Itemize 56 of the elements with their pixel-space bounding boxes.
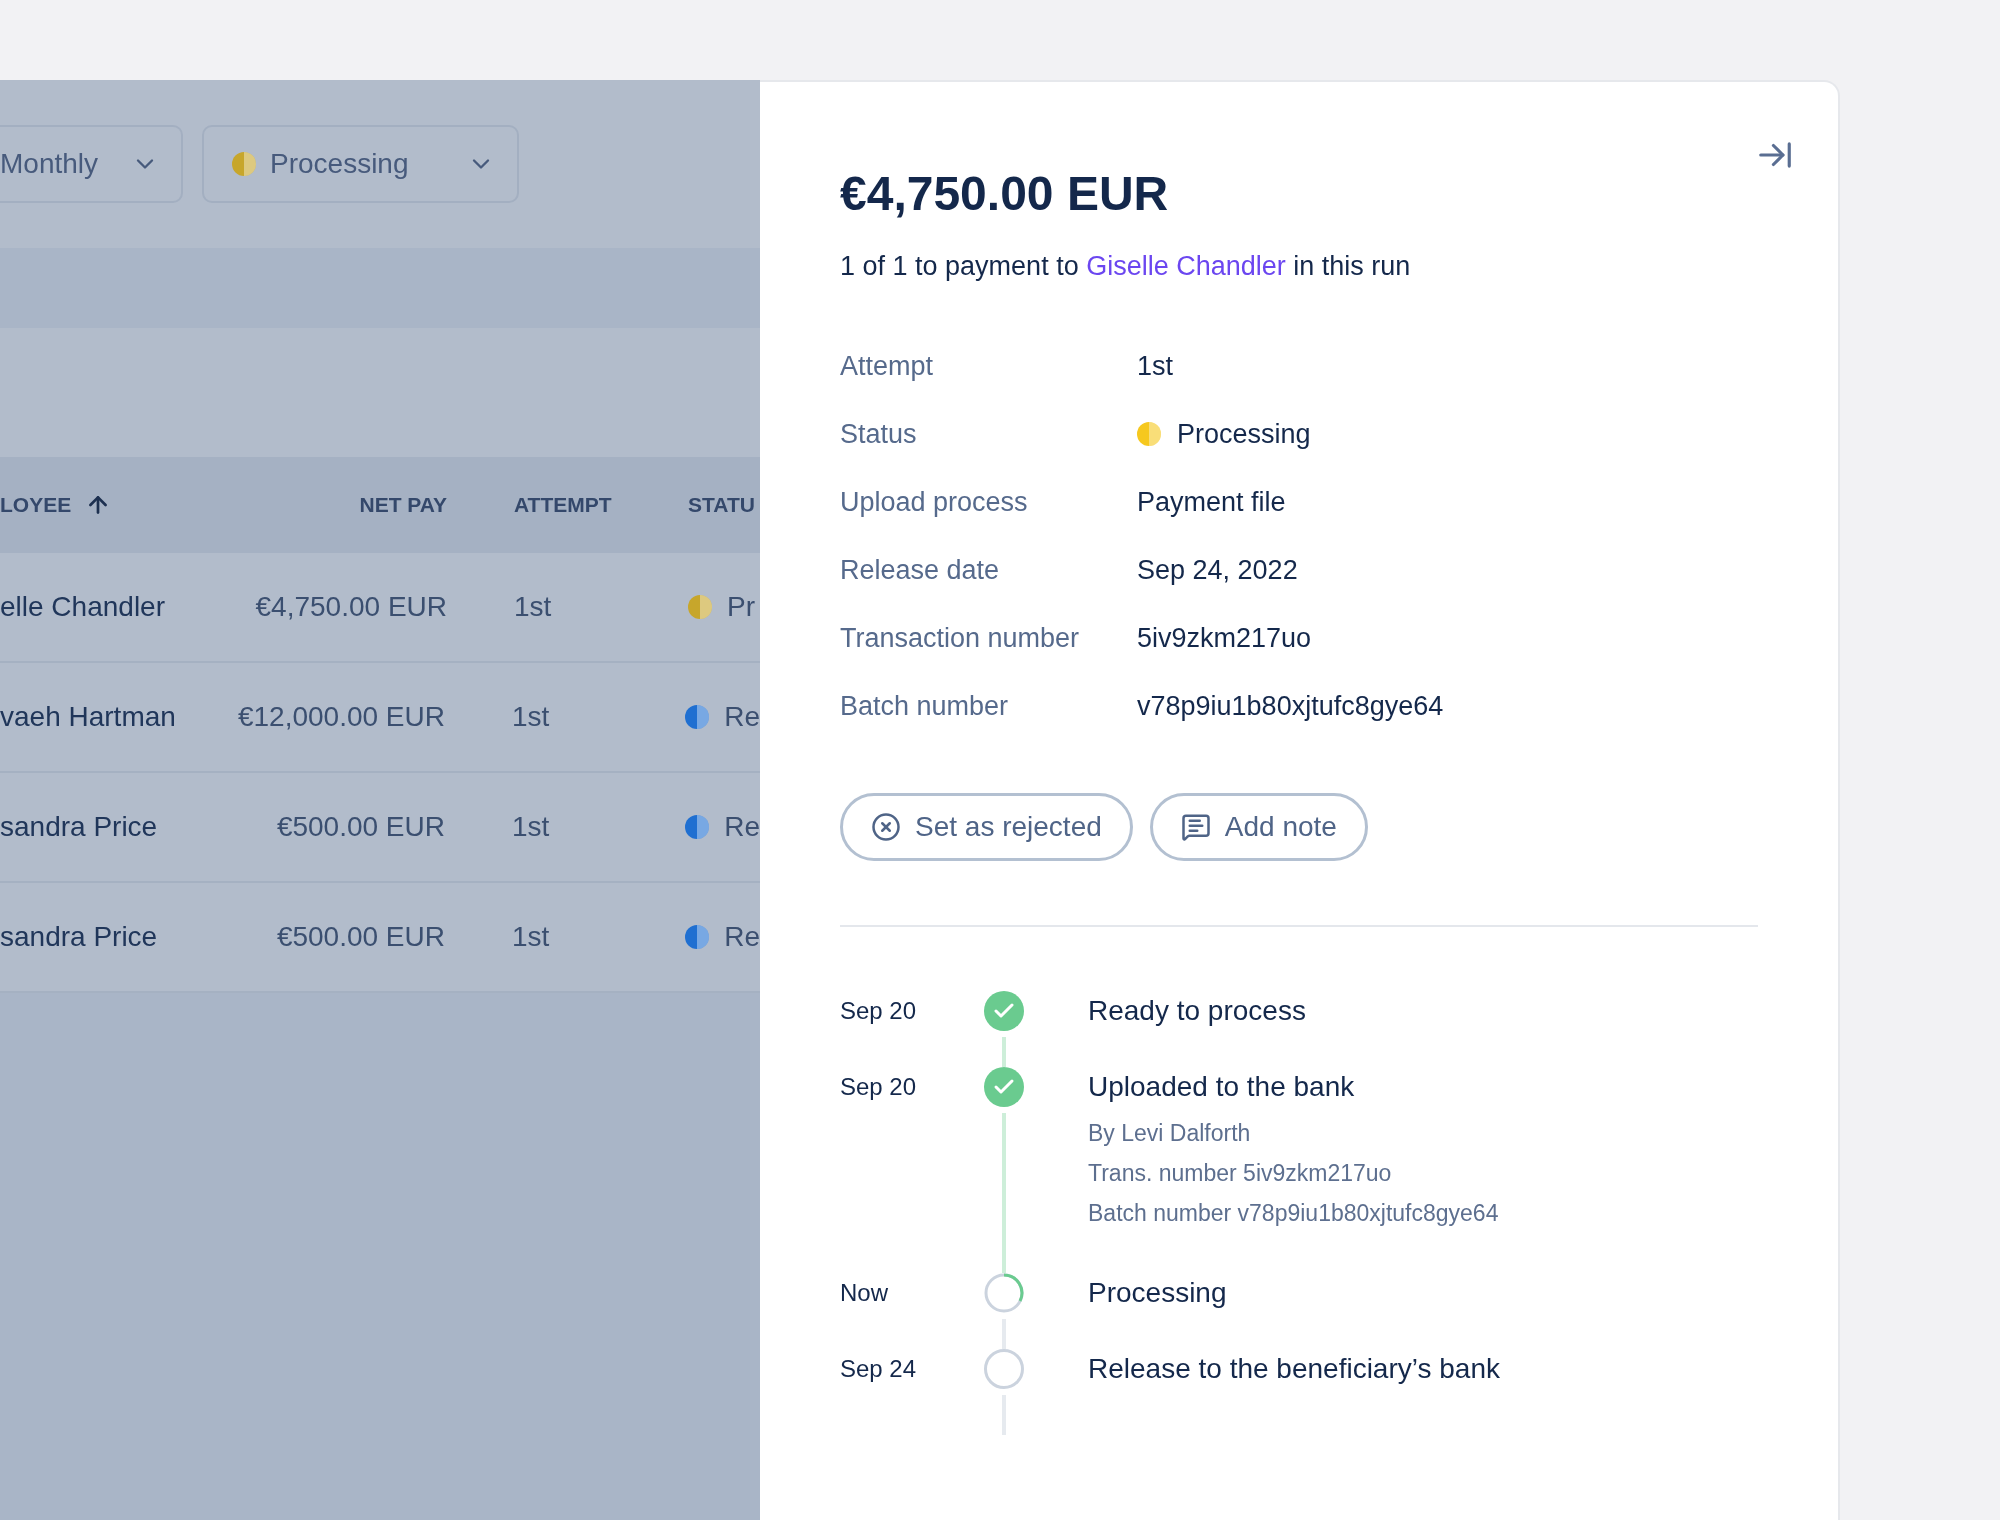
timeline-title: Release to the beneficiary’s bank xyxy=(1088,1352,1500,1386)
table-cell-text: €4,750.00 EUR xyxy=(254,590,447,624)
column-header[interactable]: LOYEE xyxy=(0,489,72,521)
filter-dropdown[interactable]: Processing xyxy=(202,125,519,203)
table-cell-text: €500.00 EUR xyxy=(275,810,445,844)
column-header[interactable]: NET PAY xyxy=(180,489,447,521)
table-cell-text: sandra Price xyxy=(0,920,159,954)
payment-summary: 1 of 1 to payment to Giselle Chandler in this run xyxy=(840,250,1412,283)
table-row[interactable]: sandra Price €500.00 EUR 1st Re xyxy=(0,773,760,883)
detail-value: 1st xyxy=(1137,349,1174,383)
timeline-date: Sep 20 xyxy=(840,1072,918,1102)
timeline-detail: By Levi Dalforth xyxy=(1088,1119,1252,1148)
table-cell-text: 1st xyxy=(514,590,553,624)
table-cell-text: Re xyxy=(724,920,760,954)
table-cell-text: sandra Price xyxy=(0,810,159,844)
table-cell-text: 1st xyxy=(512,810,551,844)
detail-value: Payment file xyxy=(1137,485,1286,519)
table-cell-text: 1st xyxy=(512,700,551,734)
table-row[interactable]: elle Chandler €4,750.00 EUR 1st Pr xyxy=(0,553,760,663)
detail-value: 5iv9zkm217uo xyxy=(1137,621,1312,655)
column-header[interactable]: ATTEMPT xyxy=(514,489,688,521)
detail-label: Upload process xyxy=(840,485,1029,519)
detail-label: Attempt xyxy=(840,349,935,383)
payment-amount: €4,750.00 EUR xyxy=(840,166,1170,222)
timeline-date: Sep 24 xyxy=(840,1354,918,1384)
employee-link[interactable]: Giselle Chandler xyxy=(1086,251,1286,281)
detail-value: Processing xyxy=(1177,417,1311,451)
timeline-title: Processing xyxy=(1088,1276,1227,1310)
table-cell-text: elle Chandler xyxy=(0,590,166,624)
timeline-detail: Trans. number 5iv9zkm217uo xyxy=(1088,1159,1393,1188)
timeline-date: Sep 20 xyxy=(840,996,918,1026)
detail-label: Transaction number xyxy=(840,621,1081,655)
table-cell-text: Re xyxy=(724,810,760,844)
table-cell-text: €12,000.00 EUR xyxy=(236,700,445,734)
reject-button[interactable]: Set as rejected xyxy=(840,793,1133,861)
table-cell-text: Re xyxy=(724,700,760,734)
column-header[interactable]: STATU xyxy=(688,489,755,521)
detail-label: Release date xyxy=(840,553,1001,587)
detail-label: Status xyxy=(840,417,918,451)
timeline-title: Ready to process xyxy=(1088,994,1306,1028)
table-cell-text: €500.00 EUR xyxy=(275,920,445,954)
timeline-connector xyxy=(1002,1037,1006,1067)
timeline-detail: Batch number v78p9iu1b80xjtufc8gye64 xyxy=(1088,1199,1499,1228)
timeline-date: Now xyxy=(840,1278,889,1308)
table-cell-text: Pr xyxy=(727,590,755,624)
comment-icon xyxy=(1180,812,1211,842)
detail-value: Sep 24, 2022 xyxy=(1137,553,1298,587)
close-circle-icon xyxy=(871,812,901,842)
detail-label: Batch number xyxy=(840,689,1010,723)
filter-dropdown[interactable]: Monthly xyxy=(0,125,183,203)
table-cell-text: 1st xyxy=(512,920,551,954)
table-row[interactable]: vaeh Hartman €12,000.00 EUR 1st Re xyxy=(0,663,760,773)
add-note-button[interactable]: Add note xyxy=(1149,793,1368,861)
timeline-title: Uploaded to the bank xyxy=(1088,1070,1356,1104)
table-cell-text: vaeh Hartman xyxy=(0,700,177,734)
detail-value: v78p9iu1b80xjtufc8gye64 xyxy=(1137,689,1444,723)
